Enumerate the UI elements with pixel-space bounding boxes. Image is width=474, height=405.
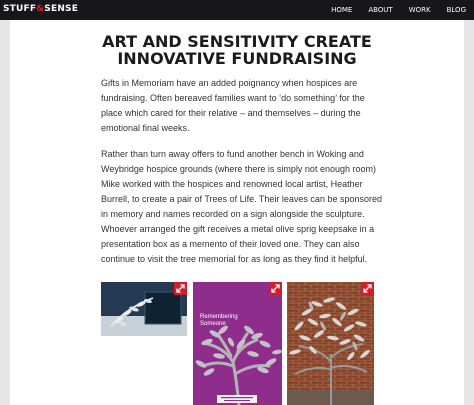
tree-of-life-cover-illustration	[193, 282, 282, 405]
site-logo[interactable]: STUFF&SENSE	[3, 4, 78, 14]
tree-sculpture-photo	[287, 282, 374, 405]
expand-arrows-icon	[363, 284, 372, 293]
nav-link-work[interactable]: WORK	[409, 6, 431, 14]
gallery-image-keepsake-box[interactable]	[101, 282, 187, 336]
logo-text-left: STUFF	[3, 4, 37, 14]
nav-link-home[interactable]: HOME	[331, 6, 352, 14]
expand-image-button[interactable]	[269, 282, 282, 295]
article-title: ART AND SENSITIVITY CREATE INNOVATIVE FU…	[10, 33, 464, 67]
cover-caption-line1: Remembering	[200, 314, 238, 320]
article-title-line2: INNOVATIVE FUNDRAISING	[117, 49, 357, 68]
nav-link-about[interactable]: ABOUT	[368, 6, 392, 14]
nav-link-blog[interactable]: BLOG	[447, 6, 466, 14]
article-container: ART AND SENSITIVITY CREATE INNOVATIVE FU…	[10, 20, 464, 405]
gallery-image-tree-sculpture[interactable]	[287, 282, 374, 405]
expand-arrows-icon	[271, 284, 280, 293]
expand-image-button[interactable]	[174, 282, 187, 295]
gallery-image-remembering-cover[interactable]: Remembering Someone	[193, 282, 282, 405]
expand-arrows-icon	[176, 284, 185, 293]
top-navigation-bar: STUFF&SENSE HOME ABOUT WORK BLOG	[0, 0, 474, 20]
article-paragraph-1: Gifts in Memoriam have an added poignanc…	[101, 78, 365, 133]
logo-text-right: SENSE	[44, 4, 79, 14]
expand-image-button[interactable]	[361, 282, 374, 295]
nav-links: HOME ABOUT WORK BLOG	[315, 0, 466, 20]
cover-caption-line2: Someone	[200, 321, 226, 327]
cover-caption: Remembering Someone	[200, 314, 238, 328]
article-paragraph-2: Rather than turn away offers to fund ano…	[101, 149, 382, 264]
